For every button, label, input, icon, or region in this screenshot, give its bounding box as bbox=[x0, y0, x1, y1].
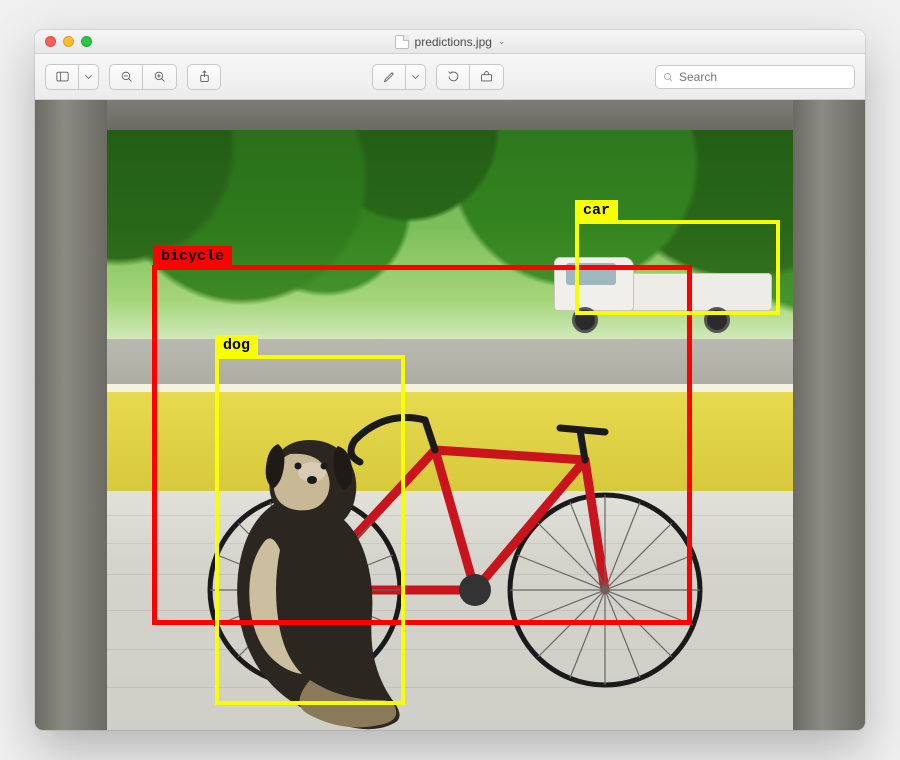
chevron-down-icon bbox=[81, 69, 96, 84]
window-filename: predictions.jpg bbox=[415, 35, 492, 49]
bbox-car-label: car bbox=[575, 200, 618, 221]
bbox-dog: dog bbox=[215, 355, 405, 705]
zoom-out-button[interactable] bbox=[109, 64, 143, 90]
window-title: predictions.jpg ⌄ bbox=[35, 35, 865, 49]
zoom-in-icon bbox=[152, 69, 167, 84]
minimize-window-button[interactable] bbox=[63, 36, 74, 47]
file-icon bbox=[395, 35, 409, 49]
bbox-car: car bbox=[575, 220, 780, 315]
zoom-in-button[interactable] bbox=[143, 64, 177, 90]
preview-window: predictions.jpg ⌄ bbox=[35, 30, 865, 730]
markup-dropdown-button[interactable] bbox=[406, 64, 426, 90]
titlebar: predictions.jpg ⌄ bbox=[35, 30, 865, 54]
image-viewport: bicycle dog car bbox=[35, 100, 865, 730]
rotate-button[interactable] bbox=[436, 64, 470, 90]
search-icon bbox=[662, 71, 674, 83]
search-field[interactable] bbox=[655, 65, 855, 89]
sidebar-toggle-button[interactable] bbox=[45, 64, 79, 90]
zoom-out-icon bbox=[119, 69, 134, 84]
rotate-icon bbox=[446, 69, 461, 84]
pencil-icon bbox=[382, 69, 397, 84]
toolbox-icon bbox=[479, 69, 494, 84]
sidebar-icon bbox=[55, 69, 70, 84]
sidebar-dropdown-button[interactable] bbox=[79, 64, 99, 90]
traffic-lights bbox=[35, 36, 92, 47]
search-input[interactable] bbox=[679, 70, 848, 84]
photo-scene: bicycle dog car bbox=[35, 100, 865, 730]
edit-toolbar-button[interactable] bbox=[470, 64, 504, 90]
share-icon bbox=[197, 69, 212, 84]
markup-button[interactable] bbox=[372, 64, 406, 90]
zoom-window-button[interactable] bbox=[81, 36, 92, 47]
close-window-button[interactable] bbox=[45, 36, 56, 47]
title-dropdown-caret-icon: ⌄ bbox=[498, 36, 506, 47]
bbox-bicycle-label: bicycle bbox=[153, 246, 232, 267]
bbox-dog-label: dog bbox=[215, 335, 258, 356]
chevron-down-icon bbox=[408, 69, 423, 84]
share-button[interactable] bbox=[187, 64, 221, 90]
toolbar bbox=[35, 54, 865, 100]
